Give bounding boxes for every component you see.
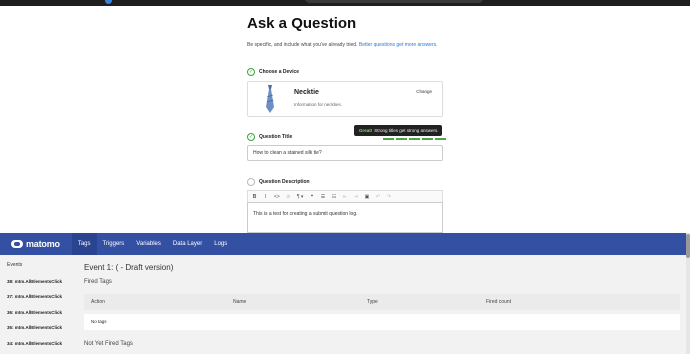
- column-name: Name: [233, 299, 247, 305]
- event-item[interactable]: 38: mtm.AllElementsClick: [7, 279, 62, 284]
- step-question-description: ✓ Question Description: [247, 178, 310, 186]
- profile-dot-icon[interactable]: [105, 0, 112, 4]
- check-icon: ✓: [247, 68, 255, 76]
- matomo-header: matomo Tags Triggers Variables Data Laye…: [0, 233, 686, 255]
- check-icon: ✓: [247, 178, 255, 186]
- empty-message: No tags: [91, 319, 107, 324]
- event-item[interactable]: 36: mtm.AllElementsClick: [7, 310, 62, 315]
- matomo-body: Events 38: mtm.AllElementsClick 37: mtm.…: [0, 255, 686, 354]
- not-fired-heading: Not Yet Fired Tags: [84, 341, 133, 347]
- question-title-input[interactable]: How to clean a stained silk tie?: [247, 145, 443, 161]
- undo-button[interactable]: ↶: [375, 194, 380, 200]
- step-choose-device: ✓ Choose a Device: [247, 68, 300, 76]
- outdent-button[interactable]: ⇤: [342, 194, 347, 200]
- redo-button[interactable]: ↷: [386, 194, 391, 200]
- event-item[interactable]: 37: mtm.AllElementsClick: [7, 294, 62, 299]
- top-bar: [0, 0, 690, 6]
- bold-button[interactable]: B: [252, 194, 257, 200]
- matomo-logo-icon: [11, 240, 23, 248]
- tab-triggers[interactable]: Triggers: [97, 233, 131, 255]
- event-title: Event 1: ( - Draft version): [84, 263, 174, 272]
- image-button[interactable]: ▣: [364, 194, 370, 200]
- quote-button[interactable]: ❝: [309, 194, 314, 200]
- table-row: No tags: [84, 314, 680, 330]
- page-title: Ask a Question: [247, 15, 357, 32]
- tab-logs[interactable]: Logs: [208, 233, 233, 255]
- device-card: Necktie Information for neckties. Change: [247, 81, 443, 117]
- device-info: Information for neckties.: [294, 102, 343, 107]
- paragraph-dropdown[interactable]: ¶ ▾: [297, 194, 304, 200]
- scrollbar[interactable]: [686, 233, 690, 354]
- better-questions-link[interactable]: Better questions get more answers.: [359, 42, 438, 48]
- step-question-title: ✓ Question Title: [247, 133, 293, 141]
- change-device-button[interactable]: Change: [416, 89, 432, 94]
- indent-button[interactable]: ⇥: [353, 194, 358, 200]
- matomo-logo: matomo: [11, 239, 60, 249]
- fired-tags-heading: Fired Tags: [84, 279, 112, 285]
- title-strength-meter: [383, 138, 446, 140]
- search-bar[interactable]: [305, 0, 483, 3]
- tab-tags[interactable]: Tags: [71, 233, 97, 255]
- title-strength-tooltip: Great! Strong titles get strong answers.: [354, 125, 442, 136]
- device-name: Necktie: [294, 89, 319, 96]
- bullet-list-button[interactable]: ☰: [320, 194, 325, 200]
- event-item[interactable]: 35: mtm.AllElementsClick: [7, 325, 62, 330]
- matomo-nav: Tags Triggers Variables Data Layer Logs: [71, 233, 233, 255]
- code-button[interactable]: <>: [274, 194, 280, 200]
- numbered-list-button[interactable]: ☷: [331, 194, 336, 200]
- events-title: Events: [7, 262, 23, 268]
- intro-text: Be specific, and include what you've alr…: [247, 42, 438, 48]
- column-fired-count: Fired count: [486, 299, 512, 305]
- tab-data-layer[interactable]: Data Layer: [167, 233, 208, 255]
- tab-variables[interactable]: Variables: [130, 233, 167, 255]
- necktie-icon: [266, 85, 274, 113]
- event-item[interactable]: 34: mtm.AllElementsClick: [7, 341, 62, 346]
- tags-table-header: Action Name Type Fired count: [84, 294, 680, 310]
- question-description-editor[interactable]: This is a test for creating a submit que…: [247, 202, 443, 233]
- italic-button[interactable]: I: [263, 194, 268, 200]
- column-action: Action: [91, 299, 105, 305]
- scrollbar-thumb[interactable]: [686, 234, 690, 258]
- editor-toolbar: B I <> ⊘ ¶ ▾ ❝ ☰ ☷ ⇤ ⇥ ▣ ↶ ↷: [247, 190, 443, 202]
- check-icon: ✓: [247, 133, 255, 141]
- column-type: Type: [367, 299, 378, 305]
- link-button[interactable]: ⊘: [286, 194, 291, 200]
- events-sidebar: Events 38: mtm.AllElementsClick 37: mtm.…: [0, 255, 72, 354]
